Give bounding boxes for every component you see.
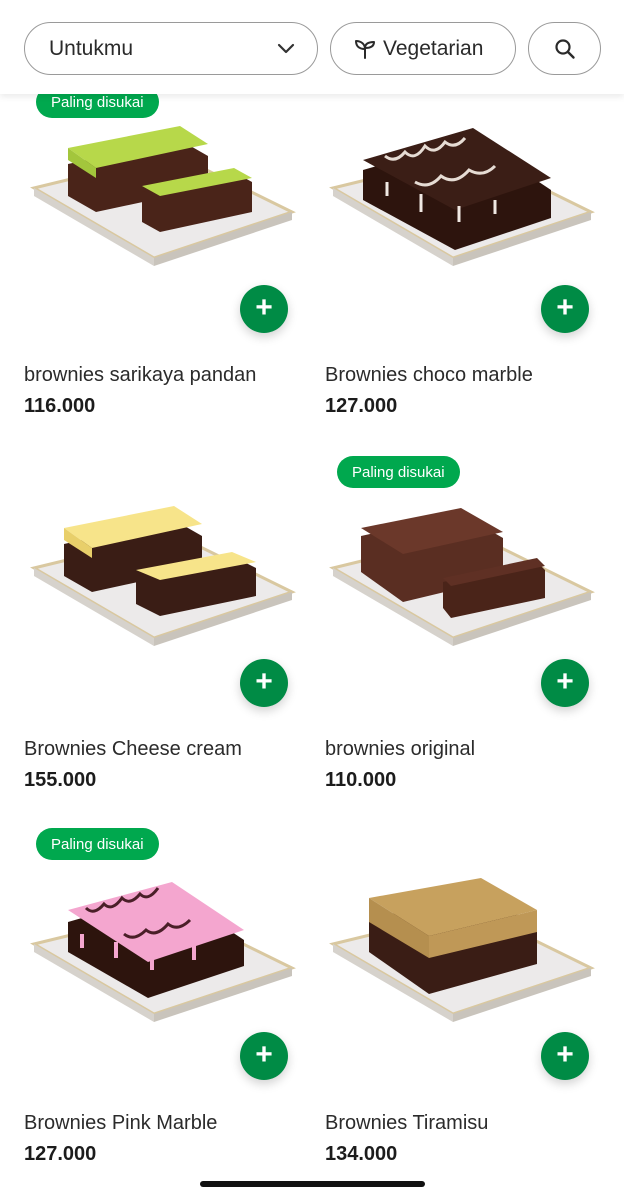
add-to-cart-button[interactable]: +	[541, 1032, 589, 1080]
badge-most-liked: Paling disukai	[36, 828, 159, 860]
product-price: 116.000	[24, 395, 96, 417]
product-price: 155.000	[24, 769, 97, 791]
vegetarian-filter-label: Vegetarian	[383, 36, 484, 60]
add-to-cart-button[interactable]: +	[240, 659, 288, 707]
add-to-cart-button[interactable]: +	[240, 1032, 288, 1080]
product-price: 127.000	[325, 395, 398, 417]
search-icon	[554, 38, 575, 59]
home-indicator[interactable]	[200, 1181, 425, 1187]
product-price: 127.000	[24, 1143, 97, 1165]
category-dropdown[interactable]: Untukmu	[24, 22, 318, 75]
plus-icon: +	[255, 1038, 273, 1071]
product-name: Brownies choco marble	[325, 364, 533, 386]
search-button[interactable]	[528, 22, 601, 75]
product-name: Brownies Cheese cream	[24, 738, 242, 760]
add-to-cart-button[interactable]: +	[240, 285, 288, 333]
category-dropdown-label: Untukmu	[49, 36, 134, 60]
add-to-cart-button[interactable]: +	[541, 659, 589, 707]
sprout-icon	[355, 39, 375, 59]
plus-icon: +	[556, 1038, 574, 1071]
product-name: Brownies Pink Marble	[24, 1112, 218, 1134]
add-to-cart-button[interactable]: +	[541, 285, 589, 333]
badge-most-liked: Paling disukai	[337, 456, 460, 488]
plus-icon: +	[255, 665, 273, 698]
chevron-down-icon	[277, 43, 295, 53]
product-price: 134.000	[325, 1143, 398, 1165]
product-price: 110.000	[325, 769, 397, 791]
product-name: brownies original	[325, 738, 476, 760]
vegetarian-filter-button[interactable]: Vegetarian	[330, 22, 516, 75]
plus-icon: +	[556, 665, 574, 698]
product-name: Brownies Tiramisu	[325, 1112, 489, 1134]
plus-icon: +	[556, 291, 574, 324]
product-name: brownies sarikaya pandan	[24, 364, 257, 386]
plus-icon: +	[255, 291, 273, 324]
filter-bar: Untukmu Vegetarian	[0, 0, 624, 94]
